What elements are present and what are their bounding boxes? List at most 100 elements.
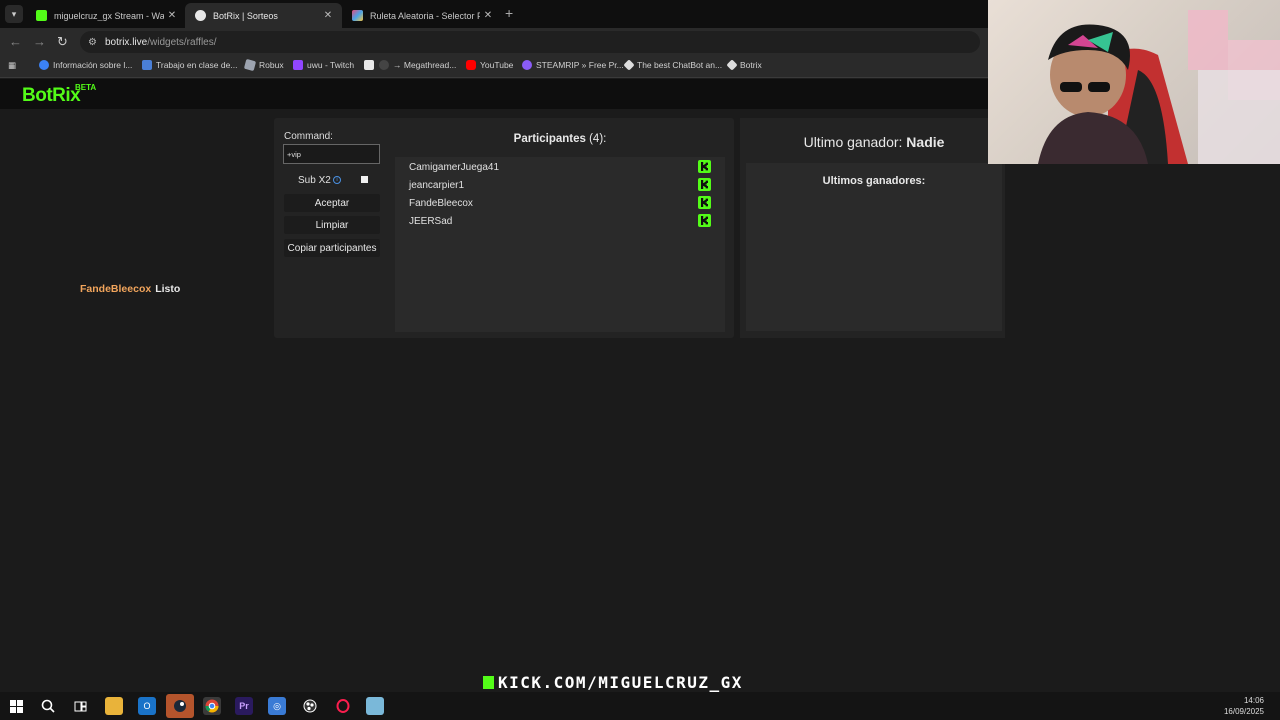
apps-grid-icon[interactable]: ▦ <box>8 60 16 71</box>
url-host: botrix.live <box>104 36 148 48</box>
copy-participants-button[interactable]: Copiar participantes <box>284 239 380 257</box>
bookmark-informacion[interactable]: Información sobre l... <box>39 60 132 70</box>
bookmark-twitch[interactable]: uwu - Twitch <box>293 60 354 70</box>
tab-title: miguelcruz_gx Stream - Watch <box>54 10 164 21</box>
tab-title: BotRix | Sorteos <box>213 10 278 21</box>
kick-logo-icon <box>698 214 711 227</box>
clock-date: 16/09/2025 <box>1223 707 1264 716</box>
status-state: Listo <box>155 283 181 295</box>
info-icon[interactable]: i <box>333 176 341 184</box>
system-clock[interactable]: 14:06 16/09/2025 <box>1224 695 1264 717</box>
new-tab-button[interactable]: + <box>505 5 513 21</box>
obs-icon[interactable] <box>301 697 319 715</box>
overlay-text: KICK.COM/MIGUELCRUZ_GX <box>498 673 743 692</box>
subx2-checkbox[interactable] <box>361 176 368 183</box>
bookmark-chatbot[interactable]: The best ChatBot an... <box>623 59 723 71</box>
reload-icon[interactable]: ↻ <box>57 34 68 50</box>
kick-logo-icon <box>698 160 711 173</box>
participant-name: jeancarpier1 <box>409 180 465 191</box>
tab-title: Ruleta Aleatoria - Selector Pers <box>370 10 480 21</box>
app-icon[interactable]: ◎ <box>268 697 286 715</box>
bookmark-label: YouTube <box>480 60 514 70</box>
back-arrow-icon[interactable]: ← <box>9 34 22 49</box>
kick-favicon-icon <box>36 10 47 21</box>
subx2-label: Sub X2 <box>298 175 331 186</box>
twitch-icon <box>293 60 303 70</box>
tab-botrix-sorteos[interactable]: BotRix | Sorteos ✕ <box>185 3 342 28</box>
tab-search-button[interactable]: ▾ <box>5 5 23 23</box>
botrix-diamond-icon <box>623 59 635 71</box>
botrix-diamond-icon <box>726 59 738 71</box>
raffle-status: FandeBleecox Listo <box>80 283 180 295</box>
status-user: FandeBleecox <box>80 283 152 295</box>
bookmark-label: The best ChatBot an... <box>637 60 723 70</box>
kick-url-overlay: KICK.COM/MIGUELCRUZ_GX <box>483 673 743 692</box>
file-explorer-icon[interactable] <box>105 697 123 715</box>
accept-button[interactable]: Aceptar <box>284 194 380 212</box>
notes-app-icon[interactable] <box>366 697 384 715</box>
close-icon[interactable]: ✕ <box>480 10 496 21</box>
outlook-icon[interactable]: O <box>138 697 156 715</box>
bookmark-label: Trabajo en clase de... <box>156 60 238 70</box>
botrix-logo[interactable]: BotRix <box>22 85 81 107</box>
command-input[interactable] <box>283 144 380 164</box>
youtube-icon <box>466 60 476 70</box>
bookmark-megathread[interactable]: → Megathread... <box>379 60 456 70</box>
bookmark-trabajo[interactable]: Trabajo en clase de... <box>142 60 237 70</box>
bookmark-label: Robux <box>259 60 284 70</box>
kick-logo-icon <box>483 676 494 689</box>
forward-arrow-icon[interactable]: → <box>33 34 46 49</box>
list-item: JEERSad <box>409 214 711 230</box>
beta-badge: BETA <box>75 83 97 92</box>
premiere-pro-icon[interactable]: Pr <box>235 697 253 715</box>
participants-list: CamigamerJuega41 jeancarpier1 FandeBleec… <box>395 157 725 332</box>
bookmark-label: Botrix <box>740 60 762 70</box>
participants-title: Participantes (4): <box>396 133 724 145</box>
windows-taskbar: O Pr ◎ 14:06 16/09/2025 <box>0 692 1280 720</box>
bookmark-steamrip[interactable]: STEAMRIP » Free Pr... <box>522 60 624 70</box>
command-label: Command: <box>284 131 333 142</box>
last-winner-label: Ultimo ganador: <box>803 134 903 150</box>
participant-name: FandeBleecox <box>409 198 473 209</box>
bookmark-youtube[interactable]: YouTube <box>466 60 513 70</box>
last-winner: Ultimo ganador: Nadie <box>740 134 1008 150</box>
clock-time: 14:06 <box>1243 696 1264 705</box>
botrix-favicon-icon <box>195 10 206 21</box>
bookmark-r[interactable] <box>364 60 378 70</box>
roblox-icon <box>243 58 257 72</box>
windows-start-icon[interactable] <box>7 697 25 715</box>
globe-icon <box>39 60 49 70</box>
chrome-icon[interactable] <box>203 697 221 715</box>
bookmark-robux[interactable]: Robux <box>243 58 284 72</box>
tab-kick-stream[interactable]: miguelcruz_gx Stream - Watch ✕ <box>26 3 186 28</box>
webcam-overlay <box>988 0 1280 164</box>
bookmark-label: STEAMRIP » Free Pr... <box>536 60 624 70</box>
classroom-icon <box>142 60 152 70</box>
kick-logo-icon <box>698 178 711 191</box>
participant-name: CamigamerJuega41 <box>409 162 500 173</box>
tab-ruleta[interactable]: Ruleta Aleatoria - Selector Pers ✕ <box>342 3 502 28</box>
task-view-icon[interactable] <box>71 697 89 715</box>
url-path: /widgets/raffles/ <box>147 36 217 48</box>
last-winner-name: Nadie <box>906 134 945 150</box>
bookmark-label: uwu - Twitch <box>307 60 355 70</box>
clear-button[interactable]: Limpiar <box>284 216 380 234</box>
address-bar[interactable]: ⚙ botrix.live/widgets/raffles/ <box>80 31 980 53</box>
bookmark-label: Información sobre l... <box>53 60 133 70</box>
search-icon[interactable] <box>39 697 57 715</box>
r-logo-icon <box>364 60 374 70</box>
list-item: jeancarpier1 <box>409 178 711 194</box>
opera-gx-icon[interactable] <box>334 697 352 715</box>
ruleta-favicon-icon <box>352 10 363 21</box>
participants-heading: Participantes <box>513 133 586 145</box>
bookmark-label: → Megathread... <box>393 60 457 70</box>
winners-title: Ultimos ganadores: <box>822 175 926 187</box>
close-icon[interactable]: ✕ <box>320 10 336 21</box>
bookmark-botrix[interactable]: Botrix <box>726 59 762 71</box>
list-item: CamigamerJuega41 <box>409 160 711 176</box>
steam-icon[interactable] <box>166 694 194 718</box>
close-icon[interactable]: ✕ <box>164 10 180 21</box>
participant-name: JEERSad <box>409 216 453 227</box>
site-settings-icon[interactable]: ⚙ <box>88 37 97 48</box>
kick-logo-icon <box>698 196 711 209</box>
